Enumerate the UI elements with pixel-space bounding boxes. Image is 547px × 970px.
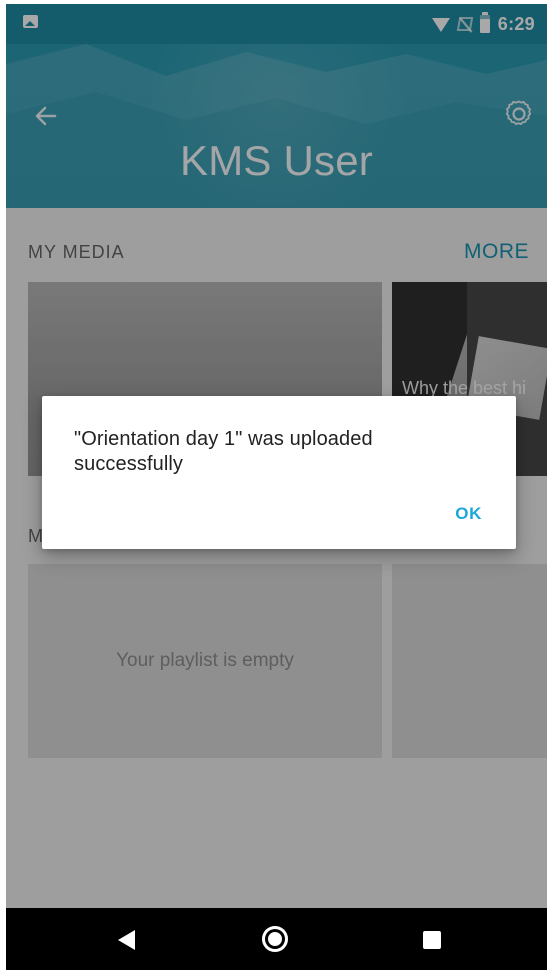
nav-recents-icon[interactable] bbox=[423, 931, 441, 949]
upload-success-dialog: "Orientation day 1" was uploaded success… bbox=[42, 396, 516, 549]
nav-back-icon[interactable] bbox=[118, 930, 135, 950]
nav-home-icon[interactable] bbox=[262, 926, 288, 952]
system-navigation-bar bbox=[6, 908, 547, 970]
dialog-message: "Orientation day 1" was uploaded success… bbox=[74, 428, 373, 475]
phone-screen: 6:29 KMS User MY MEDIA MORE Why the best… bbox=[6, 4, 547, 970]
ok-button[interactable]: OK bbox=[455, 504, 482, 524]
